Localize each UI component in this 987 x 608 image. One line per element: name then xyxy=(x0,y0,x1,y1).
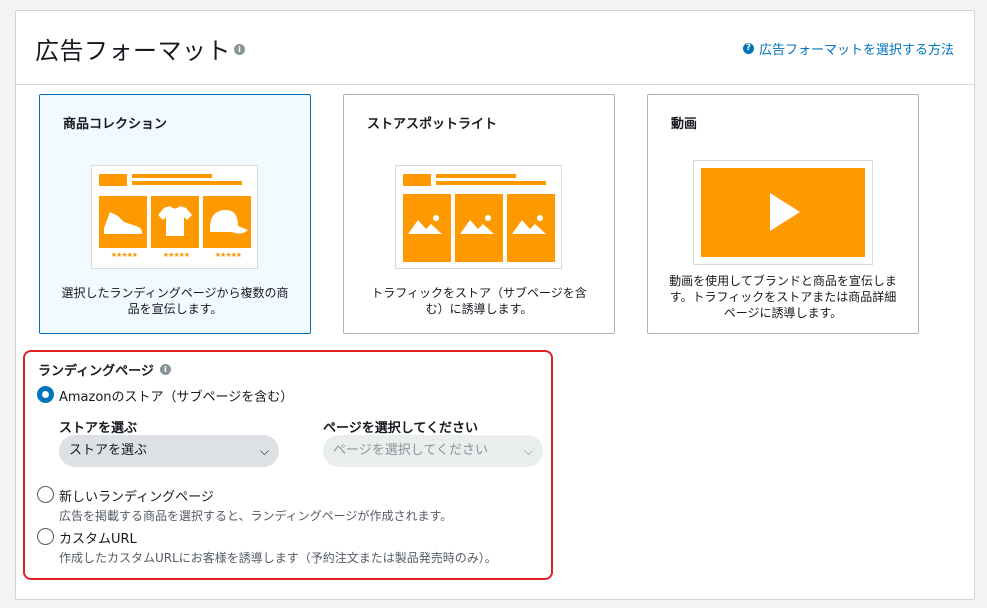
card-title: 商品コレクション xyxy=(63,117,168,132)
card-product-collection[interactable]: 商品コレクション ★★★★★ ★★★★★ ★★★★★ 選択したランディングページ… xyxy=(39,94,311,334)
card-description-line: トラフィックをストア（サブページを含 xyxy=(371,286,587,300)
card-description-line: 選択したランディングページから複数の商 xyxy=(61,286,289,300)
page-select-value: ページを選択してください xyxy=(333,443,488,458)
card-description: 動画を使用してブランドと商品を宣伝しま す。トラフィックをストアまたは商品詳細 … xyxy=(666,273,900,321)
help-link[interactable]: ? 広告フォーマットを選択する方法 xyxy=(742,39,954,58)
store-spotlight-illustration xyxy=(403,174,555,262)
page-select-label: ページを選択してください xyxy=(323,421,478,436)
page-title: 広告フォーマット xyxy=(35,37,231,65)
panel-header: 広告フォーマット i ? 広告フォーマットを選択する方法 xyxy=(16,11,974,85)
info-icon[interactable]: i xyxy=(234,44,245,55)
chevron-down-icon: ⌵ xyxy=(259,444,269,458)
radio-label-custom-url[interactable]: カスタムURL xyxy=(59,528,137,547)
store-select-label: ストアを選ぶ xyxy=(59,421,138,436)
help-link-label: 広告フォーマットを選択する方法 xyxy=(758,43,954,58)
help-icon: ? xyxy=(742,43,754,54)
landing-page-label-text: ランディングページ xyxy=(38,364,154,379)
card-description-line: 品を宣伝します。 xyxy=(127,302,223,316)
radio-amazon-store[interactable] xyxy=(37,386,54,403)
page-select[interactable]: ページを選択してください ⌵ xyxy=(323,435,543,467)
landing-page-section: ランディングページ i Amazonのストア（サブページを含む） ストアを選ぶ … xyxy=(23,350,553,580)
radio-desc-new-landing-page: 広告を掲載する商品を選択すると、ランディングページが作成されます。 xyxy=(59,509,453,523)
landing-page-label: ランディングページ i xyxy=(38,360,171,379)
video-illustration xyxy=(701,168,865,257)
radio-custom-url[interactable] xyxy=(37,528,54,545)
card-description: 選択したランディングページから複数の商 品を宣伝します。 xyxy=(58,285,292,317)
radio-label-amazon-store[interactable]: Amazonのストア（サブページを含む） xyxy=(59,386,293,405)
rating-stars: ★★★★★ xyxy=(214,251,242,259)
card-video[interactable]: 動画 動画を使用してブランドと商品を宣伝しま す。トラフィックをストアまたは商品… xyxy=(647,94,919,334)
store-select[interactable]: ストアを選ぶ ⌵ xyxy=(59,435,279,467)
rating-stars: ★★★★★ xyxy=(162,251,190,259)
card-description-line: ページに誘導します。 xyxy=(723,306,843,320)
radio-label-new-landing-page[interactable]: 新しいランディングページ xyxy=(59,486,214,505)
video-thumbnail xyxy=(693,160,873,265)
card-description-line: す。トラフィックをストアまたは商品詳細 xyxy=(669,290,897,304)
store-spotlight-thumbnail xyxy=(395,165,562,269)
radio-desc-custom-url: 作成したカスタムURLにお客様を誘導します（予約注文または製品発売時のみ）。 xyxy=(59,551,497,565)
info-icon[interactable]: i xyxy=(159,364,171,375)
product-collection-thumbnail: ★★★★★ ★★★★★ ★★★★★ xyxy=(91,165,258,269)
card-description: トラフィックをストア（サブページを含 む）に誘導します。 xyxy=(362,285,596,317)
chevron-down-icon: ⌵ xyxy=(523,444,533,458)
card-description-line: む）に誘導します。 xyxy=(425,302,533,316)
card-store-spotlight[interactable]: ストアスポットライト トラフィックをストア（サブページを含 む）に誘導します。 xyxy=(343,94,615,334)
card-title: ストアスポットライト xyxy=(367,117,498,132)
card-title: 動画 xyxy=(671,117,698,132)
store-select-value: ストアを選ぶ xyxy=(69,443,148,458)
rating-stars: ★★★★★ xyxy=(110,251,138,259)
card-description-line: 動画を使用してブランドと商品を宣伝しま xyxy=(669,274,897,288)
radio-new-landing-page[interactable] xyxy=(37,486,54,503)
